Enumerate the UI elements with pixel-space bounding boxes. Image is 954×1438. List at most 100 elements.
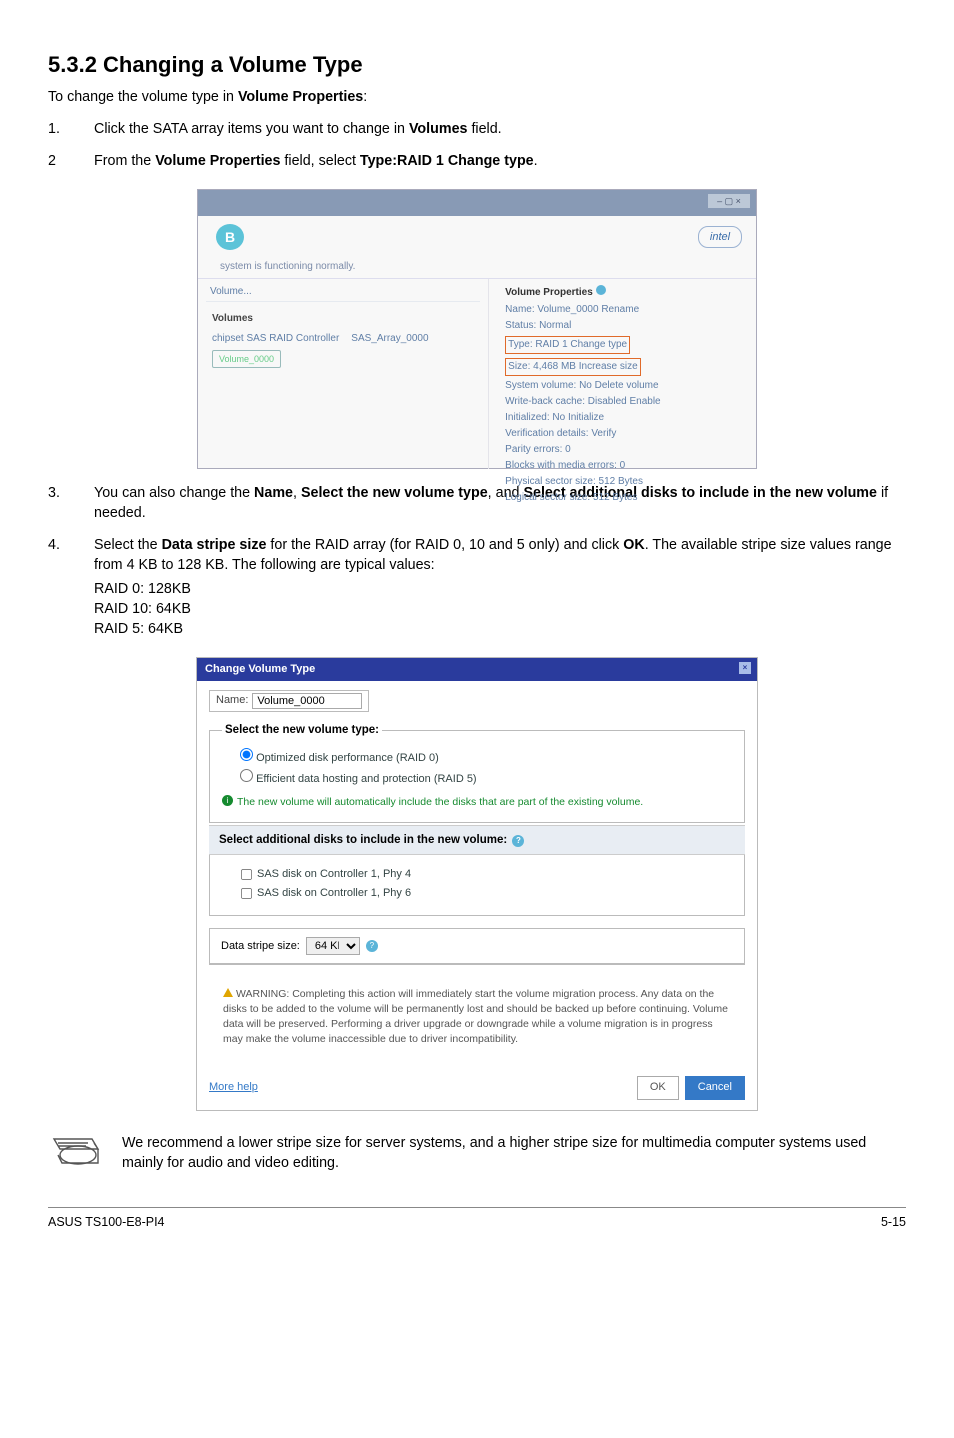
t: You can also change the <box>94 485 254 501</box>
step-num: 3. <box>48 483 94 523</box>
prop-line: Verification details: Verify <box>505 426 746 442</box>
raid-value: RAID 5: 64KB <box>94 619 906 639</box>
info-text: The new volume will automatically includ… <box>237 795 643 810</box>
step-body: Click the SATA array items you want to c… <box>94 119 906 139</box>
disk-checkbox-row[interactable]: SAS disk on Controller 1, Phy 6 <box>240 884 732 903</box>
radio-raid5[interactable]: Efficient data hosting and protection (R… <box>240 769 732 787</box>
window-titlebar: – ▢ × <box>198 190 756 216</box>
checkbox-input[interactable] <box>241 888 252 899</box>
size-highlight[interactable]: Size: 4,468 MB Increase size <box>505 358 641 376</box>
checkbox-label: SAS disk on Controller 1, Phy 6 <box>257 886 411 901</box>
t: field. <box>467 121 501 137</box>
dialog-title: Change Volume Type <box>205 663 315 675</box>
prop-line: Logical sector size: 512 Bytes <box>505 490 746 506</box>
volume-button[interactable]: Volume_0000 <box>212 350 281 369</box>
b: Data stripe size <box>162 537 267 553</box>
prop-line: System volume: No Delete volume <box>505 378 746 394</box>
prop-line: Physical sector size: 512 Bytes <box>505 474 746 490</box>
b: Volumes <box>409 121 468 137</box>
prop-line: Parity errors: 0 <box>505 442 746 458</box>
help-icon[interactable]: ? <box>366 940 378 952</box>
checkbox-label: SAS disk on Controller 1, Phy 4 <box>257 867 411 882</box>
step-body: You can also change the Name, Select the… <box>94 483 906 523</box>
help-icon[interactable]: ? <box>512 835 524 847</box>
t: Select the <box>94 537 162 553</box>
info-message: i The new volume will automatically inclu… <box>222 795 732 810</box>
checkbox-input[interactable] <box>241 869 252 880</box>
step-3: 3. You can also change the Name, Select … <box>48 483 906 523</box>
intro-line: To change the volume type in Volume Prop… <box>48 87 906 107</box>
prop-line: Name: Volume_0000 Rename <box>505 302 746 318</box>
warning-block: WARNING: Completing this action will imm… <box>209 977 745 1060</box>
raid-value: RAID 0: 128KB <box>94 579 906 599</box>
step-4: 4. Select the Data stripe size for the R… <box>48 535 906 639</box>
left-header-link[interactable]: Volume... <box>206 283 480 302</box>
note-icon <box>48 1133 104 1173</box>
screenshot-volume-properties: – ▢ × B intel system is functioning norm… <box>197 189 757 469</box>
radio-label: Efficient data hosting and protection (R… <box>256 773 477 785</box>
warning-text: WARNING: Completing this action will imm… <box>223 988 728 1044</box>
radio-label: Optimized disk performance (RAID 0) <box>256 752 439 764</box>
array-link[interactable]: SAS_Array_0000 <box>351 332 428 346</box>
status-caption: system is functioning normally. <box>198 256 756 279</box>
warning-icon <box>223 988 233 997</box>
stripe-label: Data stripe size: <box>221 939 300 954</box>
name-input[interactable] <box>252 693 362 709</box>
note-block: We recommend a lower stripe size for ser… <box>48 1133 906 1173</box>
additional-disks-header: Select additional disks to include in th… <box>209 825 745 855</box>
section-heading: 5.3.2 Changing a Volume Type <box>48 50 906 81</box>
app-logo-icon: B <box>216 224 244 250</box>
additional-disks-fieldset: Select additional disks to include in th… <box>209 835 745 917</box>
footer-product: ASUS TS100-E8-PI4 <box>48 1214 165 1232</box>
t: field, select <box>280 153 359 169</box>
step-body: From the Volume Properties field, select… <box>94 151 906 171</box>
prop-line: Status: Normal <box>505 318 746 334</box>
window-control-icons[interactable]: – ▢ × <box>708 194 750 208</box>
properties-header: Volume Properties <box>505 285 746 300</box>
intro-suf: : <box>363 89 367 105</box>
screenshot-change-volume-type: Change Volume Type × Name: Select the ne… <box>196 657 758 1111</box>
intel-logo: intel <box>698 226 742 248</box>
b: Select the new volume type <box>301 485 488 501</box>
stripe-select[interactable]: 64 KB <box>306 937 360 955</box>
prop-line: Write-back cache: Disabled Enable <box>505 394 746 410</box>
ok-button[interactable]: OK <box>637 1076 679 1099</box>
step-num: 1. <box>48 119 94 139</box>
page-footer: ASUS TS100-E8-PI4 5-15 <box>48 1207 906 1232</box>
name-field-wrap: Name: <box>209 690 369 712</box>
name-label: Name: <box>216 693 248 708</box>
more-help-link[interactable]: More help <box>209 1080 258 1095</box>
footer-page-number: 5-15 <box>881 1214 906 1232</box>
type-highlight[interactable]: Type: RAID 1 Change type <box>505 336 630 354</box>
raid-value: RAID 10: 64KB <box>94 599 906 619</box>
b: Volume Properties <box>155 153 280 169</box>
step-num: 4. <box>48 535 94 639</box>
radio-input[interactable] <box>240 748 253 761</box>
intro-bold: Volume Properties <box>238 89 363 105</box>
volume-type-fieldset: Select the new volume type: Optimized di… <box>209 722 745 823</box>
prop-line: Initialized: No Initialize <box>505 410 746 426</box>
volume-type-legend: Select the new volume type: <box>222 722 382 738</box>
help-icon[interactable] <box>596 285 606 295</box>
radio-raid0[interactable]: Optimized disk performance (RAID 0) <box>240 748 732 766</box>
close-icon[interactable]: × <box>739 662 751 674</box>
controller-link[interactable]: chipset SAS RAID Controller <box>212 332 339 346</box>
disk-checkbox-row[interactable]: SAS disk on Controller 1, Phy 4 <box>240 865 732 884</box>
t: From the <box>94 153 155 169</box>
note-text: We recommend a lower stripe size for ser… <box>122 1133 906 1173</box>
t: , <box>293 485 301 501</box>
radio-input[interactable] <box>240 769 253 782</box>
info-icon: i <box>222 795 233 806</box>
b: Name <box>254 485 293 501</box>
b: Type:RAID 1 Change type <box>360 153 534 169</box>
intro-pre: To change the volume type in <box>48 89 238 105</box>
step-num: 2 <box>48 151 94 171</box>
step-body: Select the Data stripe size for the RAID… <box>94 535 906 639</box>
stripe-size-fieldset: Data stripe size: 64 KB ? <box>209 928 745 965</box>
t: . <box>534 153 538 169</box>
volumes-label: Volumes <box>212 312 474 326</box>
cancel-button[interactable]: Cancel <box>685 1076 745 1099</box>
t: Click the SATA array items you want to c… <box>94 121 409 137</box>
dialog-titlebar: Change Volume Type × <box>197 658 757 681</box>
step-2: 2 From the Volume Properties field, sele… <box>48 151 906 171</box>
